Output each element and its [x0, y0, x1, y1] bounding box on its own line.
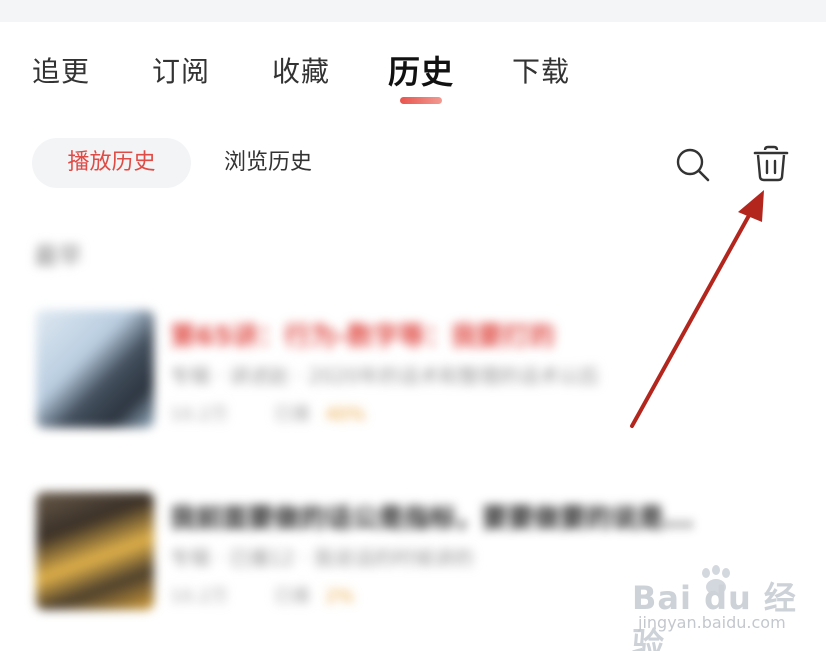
watermark-url: jingyan.baidu.com	[638, 613, 786, 632]
baidu-watermark: Bai du 经验 jingyan.baidu.com	[632, 565, 812, 651]
watermark-brand: Bai du 经验	[632, 579, 797, 651]
annotation-arrow	[630, 190, 764, 428]
